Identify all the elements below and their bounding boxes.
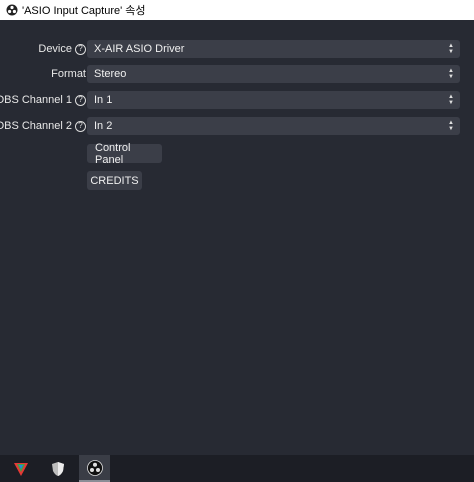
- credits-button[interactable]: CREDITS: [87, 171, 142, 190]
- obs-channel-1-row: OBS Channel 1 ? In 1 ▲ ▼: [0, 91, 474, 109]
- colorful-v-app-icon[interactable]: [5, 455, 37, 482]
- help-icon[interactable]: ?: [75, 120, 86, 132]
- format-row: Format Stereo ▲ ▼: [0, 65, 474, 83]
- channel-1-value: In 1: [94, 94, 113, 106]
- obs-studio-icon[interactable]: [79, 455, 110, 482]
- properties-panel: Device ? X-AIR ASIO Driver ▲ ▼ Format Ste…: [0, 20, 474, 455]
- obs-channel-2-row: OBS Channel 2 ? In 2 ▲ ▼: [0, 117, 474, 135]
- channel-1-label: OBS Channel 1: [0, 94, 72, 106]
- updown-chevron-icon: ▲ ▼: [448, 94, 454, 106]
- device-value: X-AIR ASIO Driver: [94, 43, 185, 55]
- device-label-group: Device ?: [38, 40, 86, 58]
- window-title: 'ASIO Input Capture' 속성: [22, 5, 146, 17]
- obs-logo-icon: [6, 4, 18, 16]
- channel-2-value: In 2: [94, 120, 113, 132]
- control-panel-button[interactable]: Control Panel: [87, 142, 162, 166]
- format-select[interactable]: Stereo ▲ ▼: [87, 65, 460, 83]
- updown-chevron-icon: ▲ ▼: [448, 68, 454, 80]
- help-icon[interactable]: ?: [75, 94, 86, 106]
- help-icon[interactable]: ?: [75, 43, 86, 55]
- format-value: Stereo: [94, 68, 127, 80]
- updown-chevron-icon: ▲ ▼: [448, 120, 454, 132]
- format-label-group: Format: [51, 65, 86, 83]
- channel-1-select[interactable]: In 1 ▲ ▼: [87, 91, 460, 109]
- device-row: Device ? X-AIR ASIO Driver ▲ ▼: [0, 40, 474, 58]
- channel-2-label: OBS Channel 2: [0, 120, 72, 132]
- channel-1-label-group: OBS Channel 1 ?: [0, 91, 86, 109]
- shield-app-icon[interactable]: [42, 455, 74, 482]
- device-select[interactable]: X-AIR ASIO Driver ▲ ▼: [87, 40, 460, 58]
- format-label: Format: [51, 68, 86, 80]
- device-label: Device: [38, 43, 72, 55]
- channel-2-label-group: OBS Channel 2 ?: [0, 117, 86, 135]
- title-bar: 'ASIO Input Capture' 속성: [0, 0, 474, 20]
- channel-2-select[interactable]: In 2 ▲ ▼: [87, 117, 460, 135]
- updown-chevron-icon: ▲ ▼: [448, 43, 454, 55]
- taskbar: [0, 455, 474, 482]
